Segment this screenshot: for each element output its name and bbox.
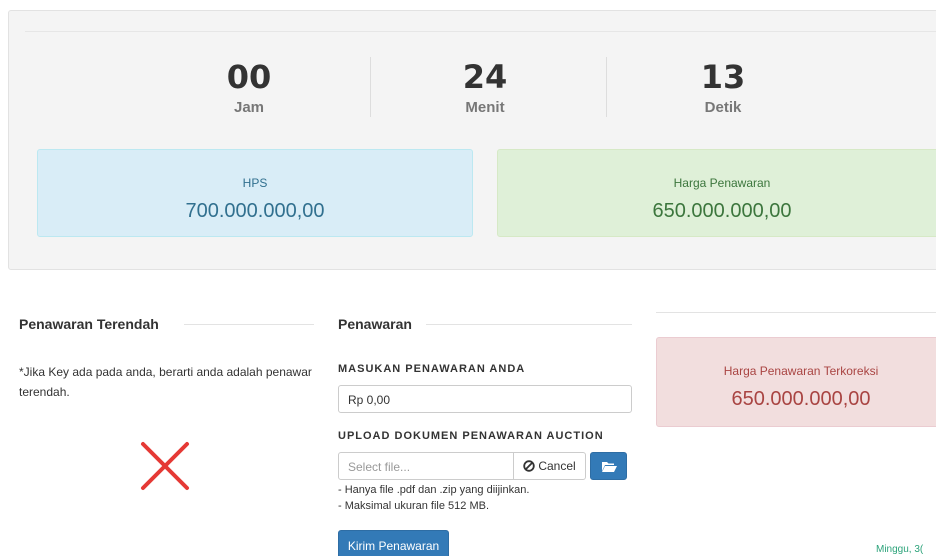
input-penawaran-label: MASUKAN PENAWARAN ANDA bbox=[338, 363, 526, 375]
countdown-panel: 00 Jam 24 Menit 13 Detik HPS 700.000.000… bbox=[8, 10, 936, 270]
browse-file-button[interactable] bbox=[590, 452, 627, 480]
countdown-seconds: 13 Detik bbox=[605, 59, 841, 116]
hps-amount: 700.000.000,00 bbox=[185, 200, 325, 222]
harga-penawaran-amount: 650.000.000,00 bbox=[652, 200, 792, 222]
countdown-seconds-value: 13 bbox=[700, 58, 746, 96]
harga-terkoreksi-box: Harga Penawaran Terkoreksi 650.000.000,0… bbox=[656, 337, 936, 427]
hps-box: HPS 700.000.000,00 bbox=[37, 149, 473, 237]
cancel-label: Cancel bbox=[538, 459, 576, 473]
footer-date: Minggu, 3( bbox=[876, 544, 924, 555]
terendah-note: *Jika Key ada pada anda, berarti anda ad… bbox=[19, 365, 312, 399]
submit-button[interactable]: Kirim Penawaran bbox=[338, 530, 449, 556]
folder-open-icon bbox=[602, 462, 617, 472]
file-size-hint: - Maksimal ukuran file 512 MB. bbox=[338, 500, 489, 512]
countdown-hours: 00 Jam bbox=[131, 59, 367, 116]
hps-label: HPS bbox=[242, 176, 268, 190]
countdown-minutes: 24 Menit bbox=[367, 59, 603, 116]
harga-terkoreksi-amount: 650.000.000,00 bbox=[731, 388, 871, 410]
ban-icon bbox=[523, 460, 536, 472]
file-type-hint: - Hanya file .pdf dan .zip yang diijinka… bbox=[338, 484, 530, 496]
penawaran-amount-input[interactable]: Rp 0,00 bbox=[338, 385, 632, 413]
countdown-seconds-unit: Detik bbox=[704, 99, 742, 116]
cancel-button[interactable]: Cancel bbox=[513, 452, 586, 480]
harga-penawaran-label: Harga Penawaran bbox=[673, 176, 771, 190]
penawaran-terendah-title: Penawaran Terendah bbox=[19, 316, 159, 332]
x-mark-icon bbox=[141, 442, 189, 490]
countdown-minutes-value: 24 bbox=[462, 58, 508, 96]
countdown-minutes-unit: Menit bbox=[465, 99, 505, 116]
section-rule bbox=[184, 324, 314, 325]
penawaran-title: Penawaran bbox=[338, 316, 412, 332]
section-rule bbox=[426, 324, 632, 325]
countdown-hours-value: 00 bbox=[226, 58, 272, 96]
panel-divider bbox=[25, 31, 936, 32]
harga-penawaran-box: Harga Penawaran 650.000.000,00 bbox=[497, 149, 936, 237]
countdown-hours-unit: Jam bbox=[233, 99, 265, 116]
harga-terkoreksi-label: Harga Penawaran Terkoreksi bbox=[723, 364, 879, 378]
section-rule bbox=[656, 312, 936, 313]
file-input[interactable]: Select file... bbox=[338, 452, 514, 480]
upload-label: UPLOAD DOKUMEN PENAWARAN AUCTION bbox=[338, 430, 604, 442]
